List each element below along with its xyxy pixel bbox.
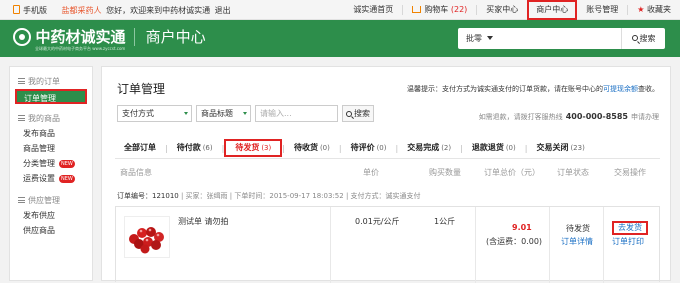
cart-label: 购物车 [424, 5, 449, 14]
home-link[interactable]: 诚实通首页 [344, 0, 402, 20]
buyer-center-link[interactable]: 买家中心 [477, 0, 527, 20]
tab-all[interactable]: 全部订单 [115, 139, 165, 157]
filter-search-button[interactable]: 搜索 [342, 105, 374, 122]
menu-icon [18, 197, 25, 203]
col-status: 订单状态 [557, 168, 589, 177]
product-image[interactable] [124, 216, 170, 258]
search-type-select[interactable]: 批零 [466, 33, 493, 44]
col-info: 商品信息 [120, 168, 152, 177]
sidebar: 我的订单 订单管理 我的商品 发布商品 商品管理 分类管理 NEW 运费设置 NEW… [9, 66, 93, 281]
header: 中药材诚实通 商户中心 全球最大的中药材电子商务平台 www.zyccst.co… [0, 20, 680, 57]
freight-note: (含运费：0.00) [486, 237, 543, 246]
sidebar-item-order-management[interactable]: 订单管理 [15, 89, 87, 104]
tab-pending-receive[interactable]: 待收货 (0) [285, 139, 339, 157]
welcome-text: 您好，欢迎来到中药材诚实通 [106, 6, 211, 15]
col-price: 单价 [363, 168, 379, 177]
logout-link[interactable]: 退出 [215, 6, 231, 15]
pay-method-select[interactable]: 支付方式 [117, 105, 192, 122]
sidebar-group-supply: 供应管理 [10, 194, 92, 208]
table-row: 测试单 请勿拍 0.01元/公斤 1公斤 9.01 (含运费：0.00) 待发货… [115, 206, 660, 283]
col-qty: 购买数量 [429, 168, 461, 177]
goods-field-select[interactable]: 商品标题 [196, 105, 251, 122]
brand-name: 中药材诚实通 [35, 28, 126, 46]
sidebar-group-goods: 我的商品 [10, 112, 92, 126]
withdraw-balance-link[interactable]: 可提现余额 [603, 85, 638, 93]
cart-link[interactable]: 购物车 (22) [403, 0, 476, 20]
top-bar: 手机版 盐都采药人 您好，欢迎来到中药材诚实通 退出 诚实通首页 购物车 (22… [0, 0, 680, 20]
favorites-link[interactable]: ★ 收藏夹 [628, 0, 680, 20]
sidebar-item-goods-management[interactable]: 商品管理 [10, 141, 92, 156]
merchant-center-link[interactable]: 商户中心 [527, 0, 578, 20]
header-search-button[interactable]: 搜索 [621, 28, 665, 49]
mobile-link[interactable]: 手机版 [23, 6, 47, 15]
hotline: 如需退款，请拨打客服热线 400-000-8585 申请办理 [478, 112, 659, 121]
tab-refund[interactable]: 退款退货 (0) [463, 139, 525, 157]
section-title: 商户中心 [145, 28, 206, 46]
tab-pending-pay[interactable]: 待付款 (6) [168, 139, 222, 157]
chevron-down-icon [184, 112, 188, 115]
order-info: 订单编号：121010 | 买家：张缉雨 | 下单时间：2015-09-17 1… [117, 192, 421, 200]
order-status: 待发货 [566, 224, 590, 233]
order-number: 121010 [152, 192, 179, 200]
mobile-icon [13, 5, 20, 14]
new-badge: NEW [59, 160, 75, 168]
hotline-number: 400-000-8585 [565, 112, 628, 121]
tab-closed[interactable]: 交易关闭 (23) [527, 139, 593, 157]
table-header: 商品信息 单价 购买数量 订单总价（元） 订单状态 交易操作 [117, 167, 662, 181]
sidebar-item-freight[interactable]: 运费设置 NEW [10, 171, 92, 186]
filter-bar: 支付方式 商品标题 请输入... 搜索 [117, 105, 374, 122]
logo[interactable]: 中药材诚实通 商户中心 全球最大的中药材电子商务平台 www.zyccst.co… [13, 26, 206, 51]
page-title: 订单管理 [117, 82, 166, 96]
order-tabs: 全部订单 | 待付款 (6) | 待发货 (3) | 待收货 (0) | 待评价 (0) | 交易… [115, 138, 660, 159]
sidebar-item-publish-goods[interactable]: 发布商品 [10, 126, 92, 141]
search-button-label: 搜索 [639, 34, 656, 43]
cart-count: (22) [450, 5, 468, 14]
order-total: 9.01 [512, 223, 532, 232]
username[interactable]: 盐都采药人 [62, 6, 102, 15]
brand-subtitle: 全球最大的中药材电子商务平台 www.zyccst.com [35, 46, 126, 51]
ship-button[interactable]: 去发货 [612, 221, 648, 235]
star-icon: ★ [637, 5, 645, 14]
sidebar-item-supply-goods[interactable]: 供应商品 [10, 223, 92, 238]
menu-icon [18, 78, 25, 84]
tab-pending-review[interactable]: 待评价 (0) [342, 139, 396, 157]
filter-search-input[interactable]: 请输入... [255, 105, 338, 122]
product-title[interactable]: 测试单 请勿拍 [178, 216, 229, 227]
sidebar-item-category[interactable]: 分类管理 NEW [10, 156, 92, 171]
tab-pending-ship[interactable]: 待发货 (3) [224, 139, 283, 157]
col-total: 订单总价（元） [484, 168, 540, 177]
cherries-image [129, 227, 164, 254]
brand-icon [13, 27, 31, 46]
chevron-down-icon [487, 36, 493, 40]
tab-completed[interactable]: 交易完成 (2) [398, 139, 460, 157]
header-search: 批零 搜索 [458, 28, 665, 49]
search-icon [631, 35, 638, 41]
main-panel: 订单管理 温馨提示：支付方式为诚实通支付的订单货款，请在账号中心的可提现余额查收… [101, 66, 671, 283]
col-action: 交易操作 [614, 168, 646, 177]
quantity: 1公斤 [434, 217, 456, 226]
search-icon [346, 110, 352, 117]
favorites-label: 收藏夹 [647, 5, 671, 14]
sidebar-group-orders: 我的订单 [10, 75, 92, 89]
account-link[interactable]: 账号管理 [577, 0, 627, 20]
order-detail-link[interactable]: 订单详情 [561, 236, 593, 247]
menu-icon [18, 115, 25, 121]
print-order-link[interactable]: 订单打印 [612, 236, 644, 247]
new-badge: NEW [59, 175, 75, 183]
search-type-label: 批零 [466, 34, 482, 43]
chevron-down-icon [243, 112, 247, 115]
sidebar-item-publish-supply[interactable]: 发布供应 [10, 208, 92, 223]
tip-text: 温馨提示：支付方式为诚实通支付的订单货款，请在账号中心的可提现余额查收。 [407, 85, 659, 93]
cart-icon [412, 6, 422, 13]
unit-price: 0.01元/公斤 [355, 217, 400, 226]
